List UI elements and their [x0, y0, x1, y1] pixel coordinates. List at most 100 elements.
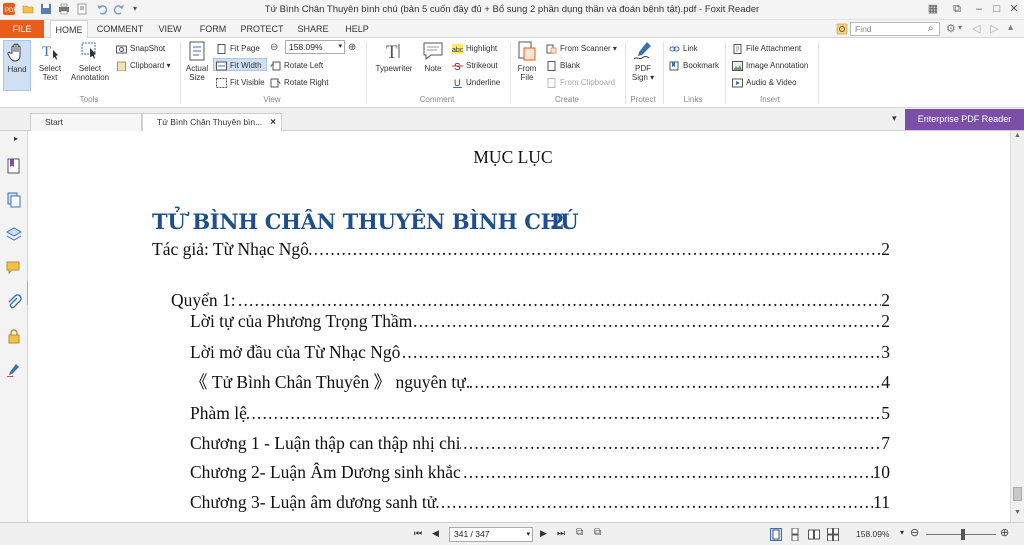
fit-page-button[interactable]: Fit Page	[216, 42, 260, 55]
highlight-button[interactable]: abc Highlight	[452, 42, 497, 55]
rotate-right-button[interactable]: Rotate Right	[270, 76, 328, 89]
toc-entry[interactable]: 《 Tử Bình Chân Thuyên 》 nguyên tự.......…	[190, 372, 890, 392]
zoom-in-icon[interactable]: ⊕	[348, 42, 356, 53]
tab-list-dropdown-icon[interactable]: ▾	[892, 113, 897, 124]
close-button[interactable]: ✕	[1007, 2, 1021, 16]
find-options-icon[interactable]	[836, 23, 848, 35]
insert-group-label: Insert	[759, 95, 780, 104]
snapshot-button[interactable]: SnapShot	[116, 42, 165, 55]
security-lock-icon[interactable]	[6, 328, 22, 344]
scroll-up-icon[interactable]: ▲	[1014, 132, 1021, 139]
tab-document[interactable]: Tứ Bình Chân Thuyên bìn... ×	[142, 113, 282, 131]
zoom-slider-thumb[interactable]	[961, 529, 965, 540]
toc-entry[interactable]: Phàm lệ ................................…	[190, 403, 890, 423]
continuous-view-icon[interactable]	[789, 528, 801, 541]
tab-share[interactable]: SHARE	[292, 20, 334, 38]
enterprise-pdf-reader-button[interactable]: Enterprise PDF Reader	[905, 109, 1024, 130]
fit-visible-button[interactable]: Fit Visible	[216, 76, 265, 89]
find-input[interactable]: Find	[850, 22, 940, 36]
pages-panel-icon[interactable]	[6, 192, 22, 208]
tab-start[interactable]: Start	[30, 113, 142, 131]
strikeout-button[interactable]: SStrikeout	[452, 59, 498, 72]
toc-entry[interactable]: Chương 2- Luận Âm Dương sinh khắc.......…	[190, 462, 890, 482]
hand-tool-button[interactable]: Hand	[3, 40, 31, 91]
comments-panel-icon[interactable]	[6, 260, 22, 276]
note-button[interactable]: Note	[419, 40, 447, 73]
last-page-icon[interactable]: ⏭	[557, 528, 565, 539]
minimize-button[interactable]: –	[972, 2, 986, 16]
single-page-view-icon[interactable]	[770, 528, 782, 541]
layers-panel-icon[interactable]	[6, 226, 22, 242]
status-zoom-in-icon[interactable]: ⊕	[1000, 526, 1009, 539]
close-tab-icon[interactable]: ×	[270, 114, 276, 131]
attachments-panel-icon[interactable]	[6, 294, 22, 310]
actual-size-button[interactable]: Actual Size	[183, 40, 211, 82]
facing-view-icon[interactable]	[808, 528, 820, 541]
toc-entry[interactable]: Chương 1 - Luận thập can thập nhị chi ..…	[190, 433, 890, 453]
search-icon[interactable]: ⌕	[928, 23, 934, 34]
previous-page-icon[interactable]: ◀	[432, 528, 439, 539]
blank-button[interactable]: Blank	[546, 59, 580, 72]
bookmarks-panel-icon[interactable]	[6, 158, 22, 174]
collapse-ribbon-icon[interactable]: ▴	[1008, 22, 1013, 33]
pdf-sign-button[interactable]: PDF Sign ▾	[629, 40, 657, 82]
link-button[interactable]: Link	[669, 42, 698, 55]
zoom-out-icon[interactable]: ⊖	[270, 42, 278, 53]
media-icon	[732, 78, 743, 88]
rotate-left-button[interactable]: Rotate Left	[270, 59, 323, 72]
toc-entry[interactable]: Tác giả: Từ Nhạc Ngô....................…	[152, 239, 890, 259]
first-page-icon[interactable]: ⏮	[414, 528, 422, 539]
clipboard-button[interactable]: Clipboard ▾	[116, 59, 171, 72]
underline-icon: U	[453, 78, 462, 88]
scrollbar-thumb[interactable]	[1013, 487, 1022, 501]
audio-video-button[interactable]: Audio & Video	[732, 76, 797, 89]
fit-width-button[interactable]: Fit Width	[213, 58, 267, 71]
page-number-input[interactable]: 341 / 347 ▾	[449, 527, 533, 542]
vertical-scrollbar[interactable]: ▲ ▼	[1010, 131, 1024, 522]
ribbon-tab-bar: FILE HOME COMMENT VIEW FORM PROTECT SHAR…	[0, 20, 1024, 39]
tab-view[interactable]: VIEW	[152, 20, 188, 38]
toc-heading: MỤC LỤC	[473, 147, 553, 167]
select-annotation-icon	[81, 42, 96, 59]
scroll-down-icon[interactable]: ▼	[1014, 509, 1021, 516]
settings-dropdown-icon[interactable]: ▾	[958, 23, 962, 32]
toc-entry[interactable]: Chương 3- Luận âm dương sanh tử.........…	[190, 492, 890, 512]
settings-gear-icon[interactable]: ⚙	[946, 22, 956, 35]
expand-panel-icon[interactable]: ▸	[14, 134, 18, 143]
layout-icon[interactable]: ▦	[926, 2, 940, 16]
maximize-button[interactable]: □	[990, 2, 1004, 16]
image-annotation-button[interactable]: Image Annotation	[732, 59, 808, 72]
from-clipboard-button[interactable]: From Clipboard	[546, 76, 615, 89]
document-viewport[interactable]: MỤC LỤC TỬ BÌNH CHÂN THUYÊN BÌNH CHÚ 2 T…	[28, 131, 1010, 522]
typewriter-button[interactable]: T Typewriter	[372, 40, 416, 73]
from-scanner-button[interactable]: From Scanner ▾	[546, 42, 617, 55]
previous-view-icon[interactable]: ⧉	[576, 527, 583, 538]
bookmark-button[interactable]: Bookmark	[669, 59, 719, 72]
status-zoom-out-icon[interactable]: ⊖	[910, 526, 919, 539]
select-text-button[interactable]: T Select Text	[35, 40, 65, 82]
next-view-icon[interactable]: ⧉	[594, 527, 601, 538]
restore-icon[interactable]: ⧉	[950, 2, 964, 16]
tab-protect[interactable]: PROTECT	[238, 20, 286, 38]
file-attachment-button[interactable]: File Attachment	[732, 42, 801, 55]
select-annotation-button[interactable]: Select Annotation	[68, 40, 112, 82]
tab-home[interactable]: HOME	[50, 20, 88, 39]
next-page-icon[interactable]: ▶	[540, 528, 547, 539]
tab-comment[interactable]: COMMENT	[96, 20, 144, 38]
underline-button[interactable]: U Underline	[452, 76, 500, 89]
forward-nav-icon[interactable]: ▷	[990, 22, 998, 35]
menu-file[interactable]: FILE	[0, 20, 44, 38]
from-file-button[interactable]: From File	[514, 40, 540, 82]
signature-panel-icon[interactable]	[6, 362, 22, 378]
zoom-dropdown-icon[interactable]: ▾	[900, 528, 904, 537]
chevron-down-icon: ▾	[338, 43, 342, 50]
toc-entry[interactable]: Quyển 1: ...............................…	[171, 290, 890, 310]
zoom-select[interactable]: 158.09% ▾	[285, 40, 345, 54]
ribbon: Hand T Select Text Select Annotation SnapS…	[0, 38, 1024, 108]
toc-entry[interactable]: Lời mở đầu của Từ Nhạc Ngô .............…	[190, 342, 890, 362]
tab-help[interactable]: HELP	[340, 20, 374, 38]
back-nav-icon[interactable]: ◁	[972, 22, 980, 35]
tab-form[interactable]: FORM	[194, 20, 232, 38]
continuous-facing-view-icon[interactable]	[827, 528, 839, 541]
toc-entry[interactable]: Lời tự của Phương Trọng Thầm............…	[190, 311, 890, 331]
